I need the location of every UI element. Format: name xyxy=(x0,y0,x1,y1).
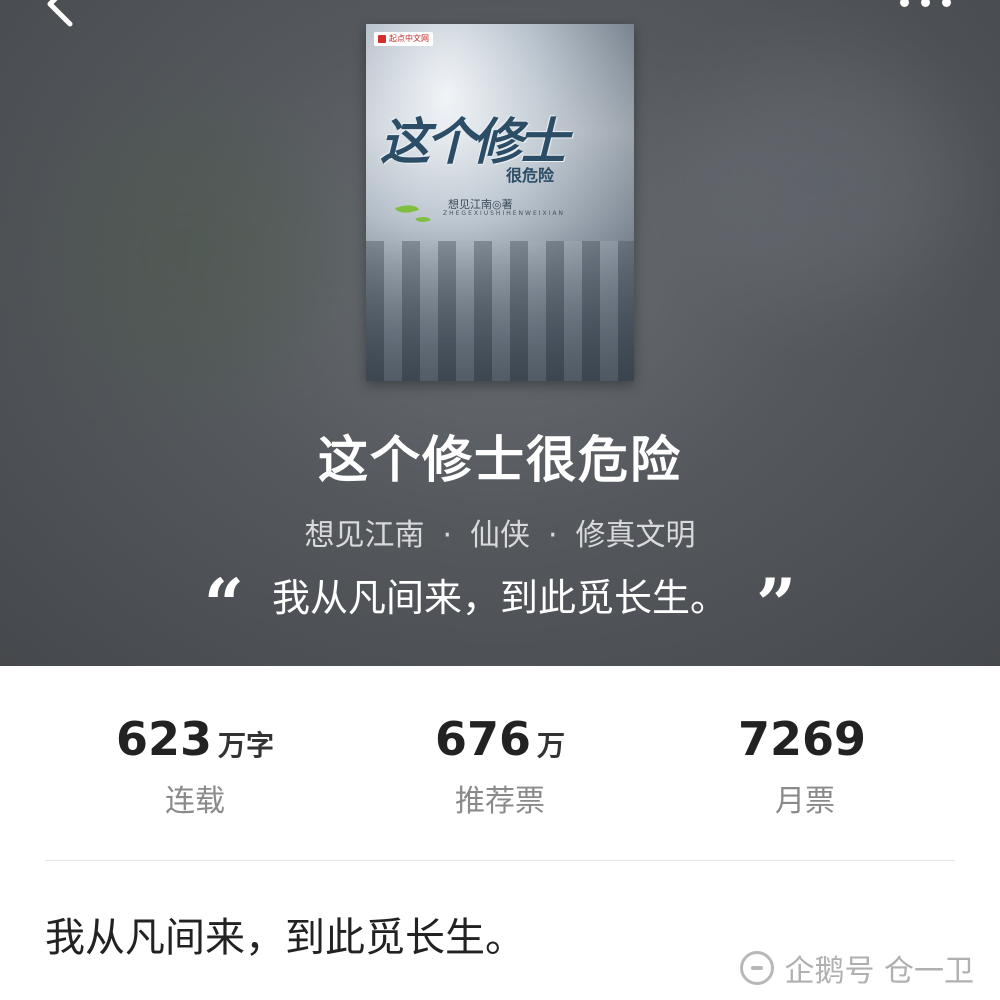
cover-title-art: 这个修士 xyxy=(380,112,568,171)
author-link[interactable]: 想见江南 xyxy=(304,518,424,553)
book-stats: 623 万字 连载 676 万 推荐票 7269 月票 xyxy=(0,712,1000,832)
cover-illustration xyxy=(366,241,634,381)
stat-value: 676 xyxy=(434,712,531,766)
stat-label: 连载 xyxy=(165,784,225,819)
cover-subtitle-art: 很危险 xyxy=(506,166,555,185)
book-title: 这个修士很危险 xyxy=(318,431,682,489)
stat-unit: 万字 xyxy=(218,729,275,762)
stat-unit: 万 xyxy=(537,729,566,762)
stat-recommend-votes[interactable]: 676 万 推荐票 xyxy=(350,712,650,820)
stat-value: 7269 xyxy=(737,712,867,766)
open-quote-icon: “ xyxy=(203,562,244,646)
stat-monthly-votes[interactable]: 7269 月票 xyxy=(655,712,955,820)
publisher-badge: 起点中文网 xyxy=(374,32,433,46)
cover-pinyin: ZHEGEXIUSHIHENWEIXIAN xyxy=(443,210,565,217)
stat-word-count: 623 万字 连载 xyxy=(45,712,345,820)
close-quote-icon: ” xyxy=(756,562,797,646)
tagline-text: 我从凡间来，到此觅长生。 xyxy=(271,576,728,620)
meta-separator: · xyxy=(442,518,452,553)
book-intro[interactable]: 我从凡间来，到此觅长生。 xyxy=(45,905,525,963)
background-blur xyxy=(680,60,960,300)
book-cover[interactable]: 起点中文网 这个修士 很危险 想见江南◎著 ZHEGEXIUSHIHENWEIX… xyxy=(366,24,634,381)
publisher-logo-icon xyxy=(378,35,386,43)
book-tagline: “ 我从凡间来，到此觅长生。 ” xyxy=(0,562,1000,646)
category-link[interactable]: 仙侠 xyxy=(470,518,530,553)
watermark: 企鹅号 仓一卫 xyxy=(740,946,974,990)
more-dots-icon[interactable] xyxy=(900,0,970,12)
subcategory-link[interactable]: 修真文明 xyxy=(576,518,696,553)
meta-separator: · xyxy=(548,518,558,553)
divider xyxy=(45,860,955,861)
stat-label: 推荐票 xyxy=(455,784,545,819)
penguin-logo-icon xyxy=(740,951,775,985)
watermark-text: 企鹅号 仓一卫 xyxy=(784,954,974,989)
publisher-name: 起点中文网 xyxy=(389,34,429,43)
book-meta: 想见江南 · 仙侠 · 修真文明 xyxy=(0,510,1000,554)
chevron-left-icon[interactable] xyxy=(24,0,84,40)
book-header: 起点中文网 这个修士 很危险 想见江南◎著 ZHEGEXIUSHIHENWEIX… xyxy=(0,0,1000,666)
stat-value: 623 xyxy=(115,712,212,766)
stat-label: 月票 xyxy=(775,784,835,819)
background-blur xyxy=(60,120,320,380)
